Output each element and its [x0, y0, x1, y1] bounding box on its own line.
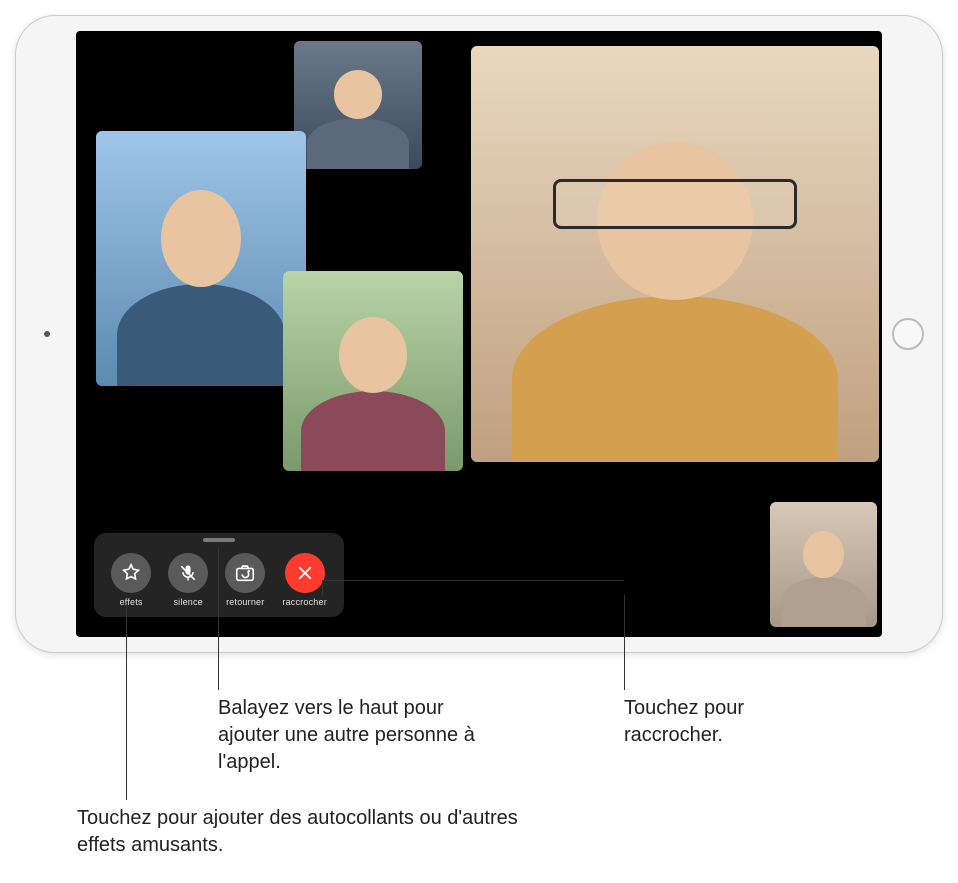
front-camera-dot — [44, 331, 50, 337]
callout-swipe-text: Balayez vers le haut pour ajouter une au… — [218, 695, 478, 776]
end-call-button[interactable]: raccrocher — [282, 553, 327, 607]
effects-button[interactable]: effets — [111, 553, 151, 607]
ipad-device-frame: effets silence — [15, 15, 943, 653]
callout-end-text: Touchez pour raccrocher. — [624, 695, 844, 749]
mute-label: silence — [173, 597, 202, 607]
end-call-icon — [285, 553, 325, 593]
flip-camera-button[interactable]: retourner — [225, 553, 265, 607]
effects-icon — [111, 553, 151, 593]
callout-line-end-vert — [322, 580, 323, 595]
controls-row: effets silence — [94, 551, 344, 609]
participant-tile-2[interactable] — [96, 131, 306, 386]
callout-line-end — [624, 595, 625, 690]
callout-line-end-horiz — [322, 580, 624, 581]
call-controls-panel[interactable]: effets silence — [94, 533, 344, 617]
participant-tile-4[interactable] — [471, 46, 879, 462]
effects-label: effets — [120, 597, 143, 607]
participant-tile-1[interactable] — [294, 41, 422, 169]
callout-line-effects — [126, 605, 127, 800]
panel-grabber[interactable] — [203, 538, 235, 542]
end-label: raccrocher — [282, 597, 327, 607]
facetime-screen: effets silence — [76, 31, 882, 637]
callout-effects-text: Touchez pour ajouter des autocollants ou… — [77, 805, 537, 859]
callout-line-swipe — [218, 547, 219, 690]
flip-camera-icon — [225, 553, 265, 593]
flip-label: retourner — [226, 597, 264, 607]
mute-icon — [168, 553, 208, 593]
mute-button[interactable]: silence — [168, 553, 208, 607]
home-button[interactable] — [892, 318, 924, 350]
participant-tile-3[interactable] — [283, 271, 463, 471]
self-preview-tile[interactable] — [770, 502, 877, 627]
